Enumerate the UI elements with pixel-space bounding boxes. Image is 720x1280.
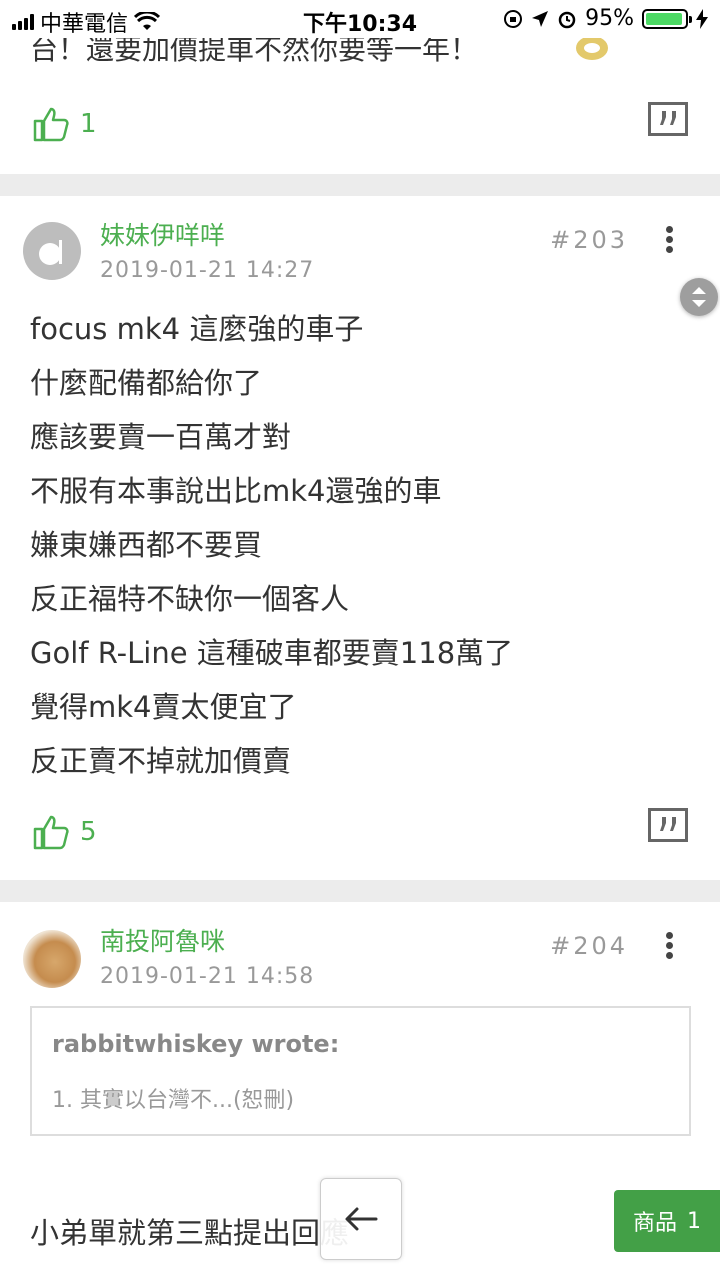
post-username[interactable]: 南投阿魯咪 xyxy=(100,922,225,958)
post-line: focus mk4 這麼強的車子 xyxy=(30,312,364,346)
rotation-lock-icon xyxy=(504,9,523,28)
charging-icon xyxy=(696,8,708,29)
emoji-icon xyxy=(576,38,608,60)
post-username[interactable]: 妹妹伊咩咩 xyxy=(100,216,225,252)
quote-reply-icon[interactable] xyxy=(648,808,688,842)
post-line: Golf R-Line 這種破車都要賣118萬了 xyxy=(30,636,514,670)
post-body: focus mk4 這麼強的車子 什麼配備都給你了 應該要賣一百萬才對 不服有本… xyxy=(30,302,513,788)
status-right: 95% xyxy=(503,6,708,31)
like-button[interactable]: 5 xyxy=(32,814,97,850)
post-line: 反正賣不掉就加價賣 xyxy=(30,744,292,778)
product-count: 1 xyxy=(687,1208,701,1234)
quote-text: 1. 其實以台灣不...(恕刪) xyxy=(52,1088,295,1113)
post-line: 什麼配備都給你了 xyxy=(30,366,263,400)
post-body-line: 小弟單就第三點提出回應 xyxy=(30,1216,350,1250)
thumbs-up-icon xyxy=(33,815,69,850)
default-avatar-icon xyxy=(39,240,62,265)
post-line: 不服有本事說出比mk4還強的車 xyxy=(30,474,442,508)
post-line: 應該要賣一百萬才對 xyxy=(30,420,292,454)
post-date: 2019-01-21 14:27 xyxy=(100,258,315,283)
post-line: 反正福特不缺你一個客人 xyxy=(30,582,350,616)
product-button[interactable]: 商品 1 xyxy=(614,1190,720,1252)
back-button[interactable] xyxy=(320,1178,402,1260)
post-line: 嫌東嫌西都不要買 xyxy=(30,528,263,562)
location-icon xyxy=(532,10,549,27)
up-down-arrows-icon xyxy=(692,287,706,307)
post-floor-number: #203 xyxy=(550,226,628,254)
avatar[interactable] xyxy=(23,930,81,988)
like-count: 1 xyxy=(80,109,97,139)
avatar[interactable] xyxy=(23,222,81,280)
alarm-icon xyxy=(558,11,576,28)
arrow-left-icon xyxy=(345,1207,378,1231)
thumbs-up-icon xyxy=(33,107,69,142)
post-card: 妹妹伊咩咩 2019-01-21 14:27 #203 focus mk4 這麼… xyxy=(0,196,720,880)
post-date: 2019-01-21 14:58 xyxy=(100,964,315,989)
post-line: 覺得mk4賣太便宜了 xyxy=(30,690,297,724)
battery-percent: 95% xyxy=(585,6,634,31)
more-options-icon[interactable] xyxy=(664,932,674,960)
post-floor-number: #204 xyxy=(550,932,628,960)
battery-fill xyxy=(646,12,683,25)
scroll-handle[interactable] xyxy=(680,278,718,316)
like-count: 5 xyxy=(80,817,97,847)
quote-reply-icon[interactable] xyxy=(648,102,688,136)
like-button[interactable]: 1 xyxy=(32,106,97,142)
product-button-label: 商品 xyxy=(632,1211,677,1236)
more-options-icon[interactable] xyxy=(664,226,674,254)
quote-block[interactable]: rabbitwhiskey wrote: 1. 其實以台灣不...(恕刪) xyxy=(30,1006,691,1136)
status-bar: 中華電信 下午10:34 95% xyxy=(0,0,720,38)
battery-icon xyxy=(642,8,692,29)
quote-author: rabbitwhiskey wrote: xyxy=(52,1030,340,1058)
